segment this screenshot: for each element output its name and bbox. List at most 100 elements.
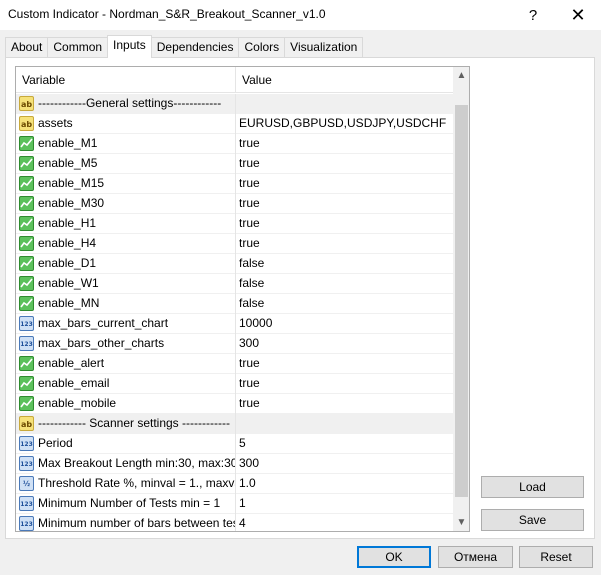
variable-name: enable_H1: [38, 216, 97, 230]
tab-visualization[interactable]: Visualization: [284, 37, 364, 58]
scroll-down-arrow-icon[interactable]: ▼: [453, 514, 469, 531]
variable-cell[interactable]: enable_MN: [16, 294, 236, 314]
variable-cell[interactable]: enable_alert: [16, 354, 236, 374]
variable-cell[interactable]: enable_M15: [16, 174, 236, 194]
variable-name: enable_D1: [38, 256, 97, 270]
variable-name: assets: [38, 116, 73, 130]
value-cell[interactable]: true: [237, 134, 453, 154]
cancel-button[interactable]: Отмена: [438, 546, 513, 568]
variable-cell[interactable]: 123 max_bars_other_charts: [16, 334, 236, 354]
bool-type-icon: [19, 156, 34, 171]
value-cell[interactable]: true: [237, 354, 453, 374]
variable-name: enable_H4: [38, 236, 97, 250]
value-cell[interactable]: false: [237, 274, 453, 294]
ok-button[interactable]: OK: [357, 546, 431, 568]
vertical-scrollbar[interactable]: ▲ ▼: [453, 67, 469, 531]
column-header-variable[interactable]: Variable: [16, 67, 236, 93]
value-cell[interactable]: true: [237, 174, 453, 194]
table-row[interactable]: 123 Minimum number of bars between tests 4: [16, 514, 453, 531]
variable-cell[interactable]: enable_W1: [16, 274, 236, 294]
table-row[interactable]: enable_M5 true: [16, 154, 453, 174]
table-row[interactable]: enable_M30 true: [16, 194, 453, 214]
tab-strip: About Common Inputs Dependencies Colors Visua…: [5, 35, 364, 58]
table-row[interactable]: enable_H1 true: [16, 214, 453, 234]
table-row[interactable]: enable_MN false: [16, 294, 453, 314]
table-row[interactable]: 123 max_bars_other_charts 300: [16, 334, 453, 354]
value-cell[interactable]: [237, 414, 453, 434]
value-cell[interactable]: 1: [237, 494, 453, 514]
column-header-value[interactable]: Value: [236, 67, 453, 93]
table-row[interactable]: ½ Threshold Rate %, minval = 1., maxval .…: [16, 474, 453, 494]
bool-type-icon: [19, 276, 34, 291]
table-row[interactable]: 123 max_bars_current_chart 10000: [16, 314, 453, 334]
variable-cell[interactable]: enable_email: [16, 374, 236, 394]
table-row[interactable]: enable_alert true: [16, 354, 453, 374]
table-row[interactable]: enable_M15 true: [16, 174, 453, 194]
variable-cell[interactable]: enable_M5: [16, 154, 236, 174]
variable-cell[interactable]: 123 max_bars_current_chart: [16, 314, 236, 334]
string-type-icon: ab: [19, 96, 34, 111]
variable-cell[interactable]: 123 Max Breakout Length min:30, max:300: [16, 454, 236, 474]
help-button[interactable]: ?: [510, 0, 556, 30]
variable-cell[interactable]: ½ Threshold Rate %, minval = 1., maxval .…: [16, 474, 236, 494]
table-row[interactable]: enable_W1 false: [16, 274, 453, 294]
load-button[interactable]: Load: [481, 476, 584, 498]
variable-name: enable_M1: [38, 136, 98, 150]
value-cell[interactable]: [237, 94, 453, 114]
variable-name: enable_W1: [38, 276, 99, 290]
table-row[interactable]: enable_H4 true: [16, 234, 453, 254]
variable-cell[interactable]: ab ------------General settings----------…: [16, 94, 236, 114]
value-cell[interactable]: 1.0: [237, 474, 453, 494]
value-cell[interactable]: false: [237, 294, 453, 314]
value-cell[interactable]: false: [237, 254, 453, 274]
table-row[interactable]: ab ------------ Scanner settings --------…: [16, 414, 453, 434]
tab-common[interactable]: Common: [47, 37, 109, 58]
value-cell[interactable]: true: [237, 234, 453, 254]
variable-name: max_bars_current_chart: [38, 316, 169, 330]
variable-cell[interactable]: enable_M1: [16, 134, 236, 154]
variable-cell[interactable]: ab ------------ Scanner settings --------…: [16, 414, 236, 434]
scrollbar-thumb[interactable]: [455, 105, 468, 497]
tab-dependencies[interactable]: Dependencies: [150, 37, 240, 58]
table-row[interactable]: enable_mobile true: [16, 394, 453, 414]
variable-cell[interactable]: enable_D1: [16, 254, 236, 274]
integer-type-icon: 123: [19, 516, 34, 531]
tab-colors[interactable]: Colors: [238, 37, 286, 58]
variable-cell[interactable]: 123 Period: [16, 434, 236, 454]
save-button[interactable]: Save: [481, 509, 584, 531]
tab-about[interactable]: About: [5, 37, 49, 58]
table-row[interactable]: 123 Period 5: [16, 434, 453, 454]
table-row[interactable]: enable_D1 false: [16, 254, 453, 274]
variable-cell[interactable]: 123 Minimum Number of Tests min = 1: [16, 494, 236, 514]
value-cell[interactable]: 5: [237, 434, 453, 454]
table-row[interactable]: ab ------------General settings----------…: [16, 94, 453, 114]
variable-cell[interactable]: ab assets: [16, 114, 236, 134]
window-title: Custom Indicator - Nordman_S&R_Breakout_…: [8, 7, 326, 21]
value-cell[interactable]: 300: [237, 334, 453, 354]
value-cell[interactable]: 4: [237, 514, 453, 531]
table-row[interactable]: 123 Minimum Number of Tests min = 1 1: [16, 494, 453, 514]
value-cell[interactable]: 10000: [237, 314, 453, 334]
value-cell[interactable]: true: [237, 374, 453, 394]
table-row[interactable]: ab assets EURUSD,GBPUSD,USDJPY,USDCHF: [16, 114, 453, 134]
table-row[interactable]: enable_M1 true: [16, 134, 453, 154]
variable-cell[interactable]: enable_mobile: [16, 394, 236, 414]
table-row[interactable]: 123 Max Breakout Length min:30, max:300 30…: [16, 454, 453, 474]
variable-cell[interactable]: enable_H1: [16, 214, 236, 234]
integer-type-icon: 123: [19, 456, 34, 471]
close-button[interactable]: ✕: [555, 0, 601, 30]
value-cell[interactable]: true: [237, 394, 453, 414]
value-cell[interactable]: EURUSD,GBPUSD,USDJPY,USDCHF: [237, 114, 453, 134]
value-cell[interactable]: true: [237, 214, 453, 234]
reset-button[interactable]: Reset: [519, 546, 593, 568]
variable-cell[interactable]: enable_M30: [16, 194, 236, 214]
value-cell[interactable]: true: [237, 194, 453, 214]
variable-name: enable_mobile: [38, 396, 117, 410]
scroll-up-arrow-icon[interactable]: ▲: [453, 67, 469, 84]
tab-inputs[interactable]: Inputs: [107, 35, 152, 58]
variable-cell[interactable]: enable_H4: [16, 234, 236, 254]
value-cell[interactable]: 300: [237, 454, 453, 474]
variable-cell[interactable]: 123 Minimum number of bars between tests: [16, 514, 236, 531]
table-row[interactable]: enable_email true: [16, 374, 453, 394]
value-cell[interactable]: true: [237, 154, 453, 174]
